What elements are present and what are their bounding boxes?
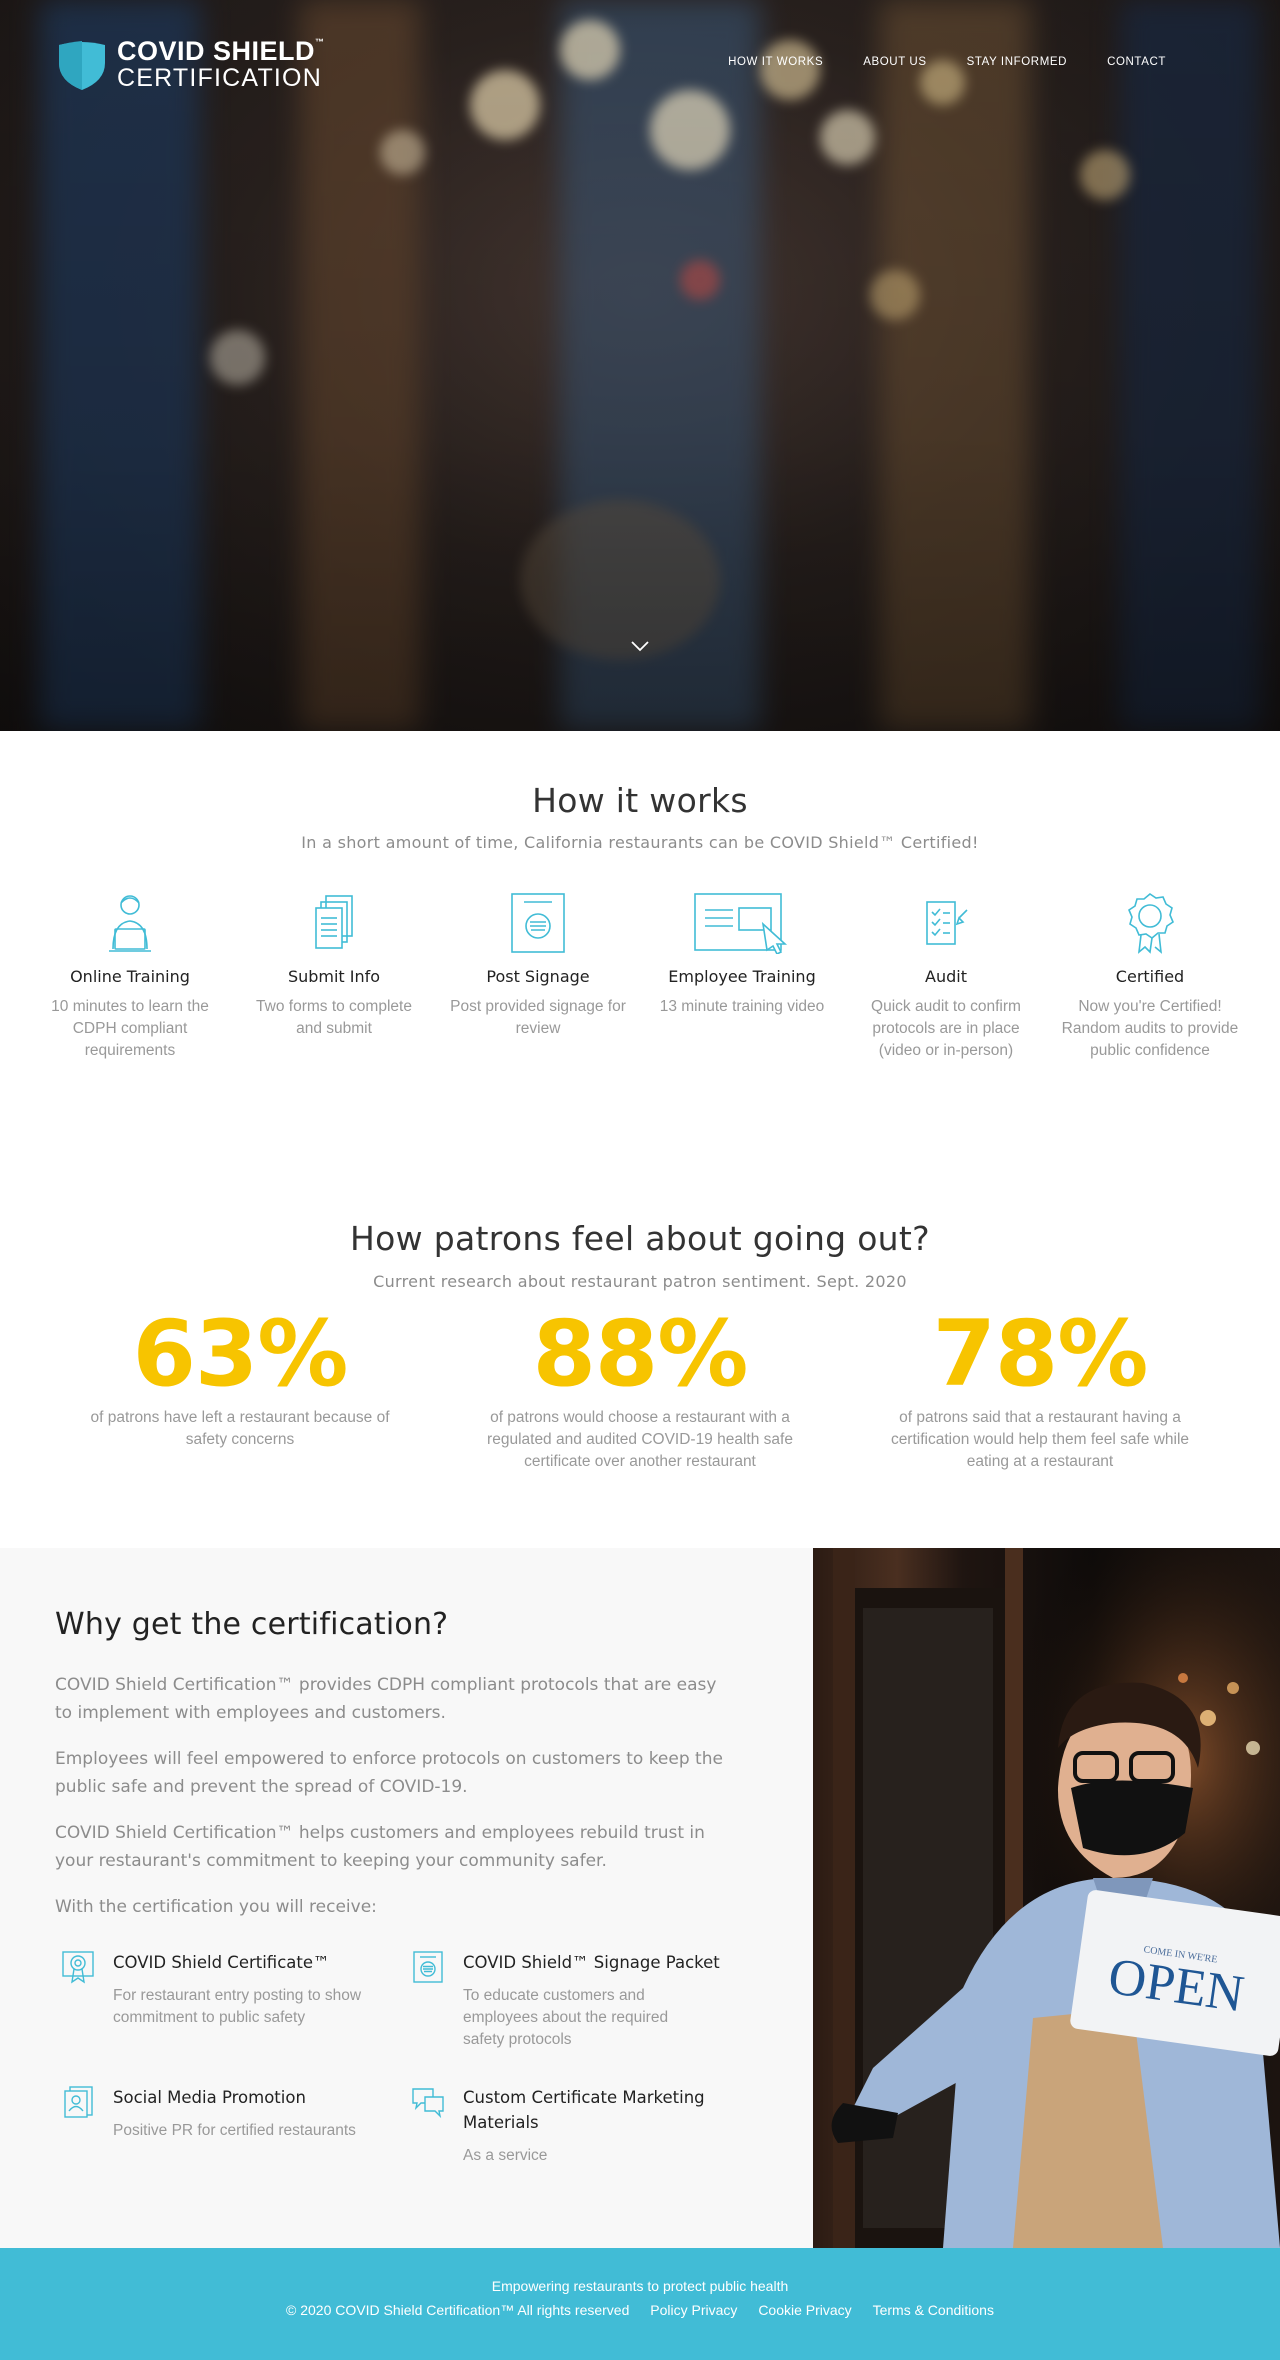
signage-icon	[413, 1951, 443, 1983]
photo-illustration: COME IN WE'RE OPEN	[813, 1548, 1280, 2248]
step-item: Certified Now you're Certified! Random a…	[1060, 891, 1240, 1062]
how-it-works-section: How it works In a short amount of time, …	[0, 731, 1280, 1161]
site-footer: Empowering restaurants to protect public…	[0, 2248, 1280, 2360]
receive-intro: With the certification you will receive:	[55, 1897, 377, 1917]
shield-icon	[59, 40, 105, 90]
stat-desc: of patrons said that a restaurant having…	[890, 1409, 1190, 1470]
certificate-icon	[62, 1951, 94, 1984]
brand-name: COVID SHIELD	[117, 36, 316, 66]
brand-logo[interactable]: COVID SHIELD™ CERTIFICATION	[57, 38, 325, 91]
section-subtitle: Current research about restaurant patron…	[373, 1272, 907, 1291]
steps-list: Online Training 10 minutes to learn the …	[40, 891, 1240, 1062]
stat-value: 63%	[132, 1302, 349, 1407]
hero-section: COVID SHIELD™ CERTIFICATION HOW IT WORKS…	[0, 0, 1280, 731]
stat-desc: of patrons have left a restaurant becaus…	[90, 1409, 390, 1448]
patrons-section: How patrons feel about going out? Curren…	[0, 1161, 1280, 1548]
stat-value: 88%	[532, 1302, 749, 1407]
step-item: Employee Training 13 minute training vid…	[652, 891, 832, 1062]
step-title: Post Signage	[486, 967, 590, 986]
nav-contact[interactable]: CONTACT	[1107, 56, 1166, 68]
step-desc: Now you're Certified! Random audits to p…	[1061, 998, 1239, 1059]
step-desc: Quick audit to confirm protocols are in …	[871, 998, 1021, 1059]
person-laptop-icon	[109, 895, 151, 952]
step-item: Post Signage Post provided signage for r…	[448, 891, 628, 1062]
restaurant-worker-photo: COME IN WE'RE OPEN	[813, 1548, 1280, 2248]
step-title: Submit Info	[287, 967, 381, 986]
checklist-icon	[926, 901, 968, 945]
feature-desc: As a service	[463, 2147, 548, 2164]
stat-item: 63% of patrons have left a restaurant be…	[72, 1305, 408, 1473]
feature-item: COVID Shield™ Signage Packet To educate …	[411, 1950, 741, 2051]
section-subtitle: In a short amount of time, California re…	[301, 833, 979, 852]
step-title: Online Training	[70, 967, 190, 986]
why-section: Why get the certification? COVID Shield …	[0, 1548, 1280, 2248]
nav-how-it-works[interactable]: HOW IT WORKS	[728, 56, 823, 68]
step-desc: 13 minute training video	[659, 998, 825, 1015]
main-nav: HOW IT WORKS ABOUT US STAY INFORMED CONT…	[728, 56, 1166, 68]
trademark-mark: ™	[315, 37, 325, 47]
section-title: Why get the certification?	[55, 1607, 449, 1642]
feature-desc: For restaurant entry posting to show com…	[113, 1987, 362, 2026]
feature-item: COVID Shield Certificate™ For restaurant…	[61, 1950, 411, 2051]
step-desc: 10 minutes to learn the CDPH compliant r…	[51, 998, 209, 1059]
footer-copyright: © 2020 COVID Shield Certification™ All r…	[286, 2302, 630, 2318]
feature-title: Social Media Promotion	[113, 2088, 306, 2107]
step-desc: Two forms to complete and submit	[256, 998, 412, 1037]
stat-value: 78%	[932, 1302, 1149, 1407]
brand-subtitle: CERTIFICATION	[117, 64, 322, 92]
stat-desc: of patrons would choose a restaurant wit…	[487, 1409, 793, 1470]
feature-item: Social Media Promotion Positive PR for c…	[61, 2085, 411, 2167]
step-item: Online Training 10 minutes to learn the …	[40, 891, 220, 1062]
step-item: Audit Quick audit to confirm protocols a…	[856, 891, 1036, 1062]
award-ribbon-icon	[1128, 893, 1174, 954]
documents-icon	[315, 895, 353, 949]
step-title: Certified	[1115, 967, 1185, 986]
footer-tagline: Empowering restaurants to protect public…	[491, 2278, 789, 2294]
nav-about-us[interactable]: ABOUT US	[863, 56, 926, 68]
step-item: Submit Info Two forms to complete and su…	[244, 891, 424, 1062]
chevron-down-icon[interactable]	[630, 636, 650, 656]
feature-desc: To educate customers and employees about…	[463, 1987, 669, 2048]
screen-cursor-icon	[694, 893, 788, 954]
stats-list: 63% of patrons have left a restaurant be…	[0, 1305, 1280, 1473]
feature-desc: Positive PR for certified restaurants	[113, 2122, 356, 2139]
footer-link-cookie-privacy[interactable]: Cookie Privacy	[758, 2302, 851, 2318]
step-title: Audit	[925, 967, 967, 986]
footer-link-terms[interactable]: Terms & Conditions	[873, 2302, 994, 2318]
feature-title: COVID Shield Certificate™	[113, 1953, 330, 1972]
why-paragraph: Employees will feel empowered to enforce…	[55, 1749, 723, 1797]
feature-title: Custom Certificate Marketing Materials	[463, 2088, 705, 2132]
stat-item: 88% of patrons would choose a restaurant…	[472, 1305, 808, 1473]
step-title: Employee Training	[668, 967, 816, 986]
why-paragraph: COVID Shield Certification™ helps custom…	[55, 1823, 705, 1871]
footer-link-policy-privacy[interactable]: Policy Privacy	[650, 2302, 737, 2318]
chat-bubbles-icon	[412, 2088, 444, 2119]
step-desc: Post provided signage for review	[450, 998, 626, 1037]
why-paragraph: COVID Shield Certification™ provides CDP…	[55, 1675, 717, 1723]
why-content: Why get the certification? COVID Shield …	[0, 1548, 813, 2248]
profile-document-icon	[64, 2086, 93, 2118]
sign-icon	[511, 893, 565, 953]
feature-item: Custom Certificate Marketing Materials A…	[411, 2085, 741, 2167]
nav-stay-informed[interactable]: STAY INFORMED	[967, 56, 1067, 68]
section-title: How patrons feel about going out?	[350, 1219, 930, 1258]
section-title: How it works	[532, 781, 748, 820]
features-list: COVID Shield Certificate™ For restaurant…	[61, 1950, 813, 2167]
feature-title: COVID Shield™ Signage Packet	[463, 1953, 720, 1972]
stat-item: 78% of patrons said that a restaurant ha…	[872, 1305, 1208, 1473]
